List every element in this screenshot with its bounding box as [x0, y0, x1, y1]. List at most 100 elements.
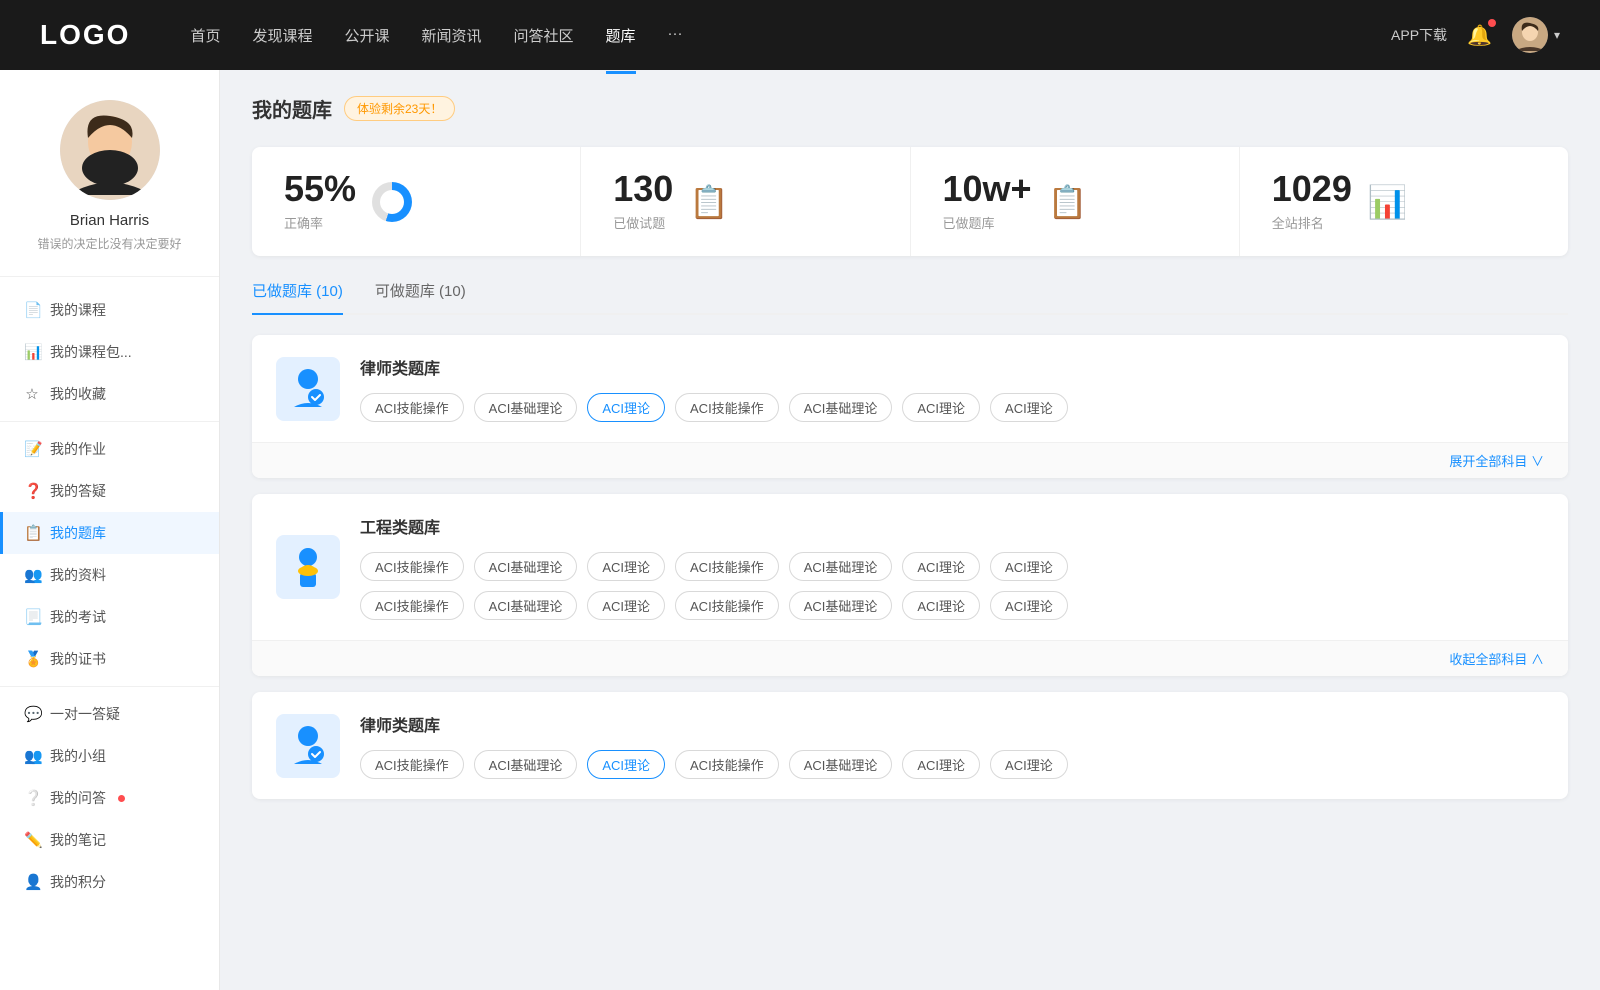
- expand-link-1[interactable]: 收起全部科目 ∧: [252, 640, 1568, 676]
- group-icon: 👥: [24, 747, 40, 765]
- sidebar-item-exam[interactable]: 📃 我的考试: [0, 596, 219, 638]
- sidebar-item-qbank[interactable]: 📋 我的题库: [0, 512, 219, 554]
- tag-0-0[interactable]: ACI技能操作: [360, 393, 464, 422]
- sidebar-item-qa[interactable]: ❓ 我的答疑: [0, 470, 219, 512]
- tag-0-1[interactable]: ACI基础理论: [474, 393, 578, 422]
- nav-qbank[interactable]: 题库: [606, 21, 636, 50]
- nav-discover[interactable]: 发现课程: [252, 21, 312, 50]
- qbank-content-2: 律师类题库 ACI技能操作 ACI基础理论 ACI理论 ACI技能操作 ACI基…: [360, 712, 1544, 779]
- header: LOGO 首页 发现课程 公开课 新闻资讯 问答社区 题库 ··· APP下载 …: [0, 0, 1600, 70]
- sidebar-divider-2: [0, 686, 219, 687]
- nav-home[interactable]: 首页: [190, 21, 220, 50]
- tag-1-5[interactable]: ACI理论: [902, 552, 980, 581]
- sidebar-item-favorites[interactable]: ☆ 我的收藏: [0, 373, 219, 415]
- qbank-tags-2: ACI技能操作 ACI基础理论 ACI理论 ACI技能操作 ACI基础理论 AC…: [360, 750, 1544, 779]
- tag-1-6[interactable]: ACI理论: [990, 552, 1068, 581]
- qbank-card-0: 律师类题库 ACI技能操作 ACI基础理论 ACI理论 ACI技能操作 ACI基…: [252, 335, 1568, 478]
- sidebar-label: 我的问答: [50, 788, 106, 808]
- sidebar-item-course-package[interactable]: 📊 我的课程包...: [0, 331, 219, 373]
- sidebar: Brian Harris 错误的决定比没有决定要好 📄 我的课程 📊 我的课程包…: [0, 70, 220, 990]
- sidebar-item-one-on-one[interactable]: 💬 一对一答疑: [0, 693, 219, 735]
- header-right: APP下载 🔔 ▾: [1391, 17, 1560, 53]
- tag-1-r2-1[interactable]: ACI基础理论: [474, 591, 578, 620]
- tag-0-3[interactable]: ACI技能操作: [675, 393, 779, 422]
- notification-bell[interactable]: 🔔: [1467, 23, 1492, 48]
- tag-2-2[interactable]: ACI理论: [587, 750, 665, 779]
- app-download-button[interactable]: APP下载: [1391, 25, 1447, 45]
- certificate-icon: 🏅: [24, 650, 40, 668]
- sidebar-label: 我的答疑: [50, 481, 106, 501]
- tag-2-4[interactable]: ACI基础理论: [789, 750, 893, 779]
- done-banks-icon: 📋: [1048, 183, 1088, 221]
- qbank-content-1: 工程类题库 ACI技能操作 ACI基础理论 ACI理论 ACI技能操作 ACI基…: [360, 514, 1544, 620]
- stat-ranking-text: 1029 全站排名: [1272, 171, 1352, 232]
- nav-more[interactable]: ···: [668, 21, 683, 50]
- tag-1-2[interactable]: ACI理论: [587, 552, 665, 581]
- qbank-header-2: 律师类题库 ACI技能操作 ACI基础理论 ACI理论 ACI技能操作 ACI基…: [276, 712, 1544, 779]
- sidebar-item-course[interactable]: 📄 我的课程: [0, 289, 219, 331]
- qbank-title-1: 工程类题库: [360, 514, 1544, 538]
- logo[interactable]: LOGO: [40, 19, 130, 51]
- sidebar-label: 我的题库: [50, 523, 106, 543]
- tag-1-0[interactable]: ACI技能操作: [360, 552, 464, 581]
- stat-done-banks-label: 已做题库: [943, 213, 1032, 232]
- tag-0-4[interactable]: ACI基础理论: [789, 393, 893, 422]
- sidebar-item-points[interactable]: 👤 我的积分: [0, 861, 219, 903]
- trial-badge: 体验剩余23天！: [344, 96, 455, 121]
- nav-open-course[interactable]: 公开课: [344, 21, 389, 50]
- qbank-icon: 📋: [24, 524, 40, 542]
- sidebar-item-certificate[interactable]: 🏅 我的证书: [0, 638, 219, 680]
- tag-0-6[interactable]: ACI理论: [990, 393, 1068, 422]
- qbank-title-0: 律师类题库: [360, 355, 1544, 379]
- favorites-icon: ☆: [24, 385, 40, 403]
- tag-1-r2-4[interactable]: ACI基础理论: [789, 591, 893, 620]
- questions-icon: ❔: [24, 789, 40, 807]
- tag-1-r2-2[interactable]: ACI理论: [587, 591, 665, 620]
- tag-2-0[interactable]: ACI技能操作: [360, 750, 464, 779]
- tag-2-3[interactable]: ACI技能操作: [675, 750, 779, 779]
- nav-qa[interactable]: 问答社区: [514, 21, 574, 50]
- user-avatar-menu[interactable]: ▾: [1512, 17, 1560, 53]
- tag-1-r2-3[interactable]: ACI技能操作: [675, 591, 779, 620]
- qbank-tags-second-row-1: ACI技能操作 ACI基础理论 ACI理论 ACI技能操作 ACI基础理论 AC…: [360, 591, 1544, 620]
- tag-2-6[interactable]: ACI理论: [990, 750, 1068, 779]
- page-title: 我的题库: [252, 94, 332, 123]
- tag-0-2[interactable]: ACI理论: [587, 393, 665, 422]
- stat-accuracy-number: 55%: [284, 171, 356, 207]
- tag-1-r2-0[interactable]: ACI技能操作: [360, 591, 464, 620]
- sidebar-label: 我的证书: [50, 649, 106, 669]
- main-layout: Brian Harris 错误的决定比没有决定要好 📄 我的课程 📊 我的课程包…: [0, 70, 1600, 990]
- sidebar-item-homework[interactable]: 📝 我的作业: [0, 428, 219, 470]
- tab-done-banks[interactable]: 已做题库 (10): [252, 280, 343, 313]
- stat-accuracy-text: 55% 正确率: [284, 171, 356, 232]
- tag-0-5[interactable]: ACI理论: [902, 393, 980, 422]
- tag-1-r2-5[interactable]: ACI理论: [902, 591, 980, 620]
- done-questions-icon: 📋: [689, 183, 729, 221]
- sidebar-item-group[interactable]: 👥 我的小组: [0, 735, 219, 777]
- sidebar-item-materials[interactable]: 👥 我的资料: [0, 554, 219, 596]
- sidebar-label: 我的考试: [50, 607, 106, 627]
- tag-2-5[interactable]: ACI理论: [902, 750, 980, 779]
- sidebar-item-questions[interactable]: ❔ 我的问答: [0, 777, 219, 819]
- nav-news[interactable]: 新闻资讯: [422, 21, 482, 50]
- profile-name: Brian Harris: [70, 212, 149, 229]
- tag-2-1[interactable]: ACI基础理论: [474, 750, 578, 779]
- expand-link-0[interactable]: 展开全部科目 ∨: [252, 442, 1568, 478]
- tag-1-1[interactable]: ACI基础理论: [474, 552, 578, 581]
- tag-1-3[interactable]: ACI技能操作: [675, 552, 779, 581]
- sidebar-label: 我的课程包...: [50, 342, 132, 362]
- tab-available-banks[interactable]: 可做题库 (10): [375, 280, 466, 313]
- stat-done-questions-number: 130: [613, 171, 673, 207]
- stat-done-banks-number: 10w+: [943, 171, 1032, 207]
- points-icon: 👤: [24, 873, 40, 891]
- tag-1-r2-6[interactable]: ACI理论: [990, 591, 1068, 620]
- one-on-one-icon: 💬: [24, 705, 40, 723]
- sidebar-divider-1: [0, 421, 219, 422]
- profile-avatar: [60, 100, 160, 200]
- qbank-header-0: 律师类题库 ACI技能操作 ACI基础理论 ACI理论 ACI技能操作 ACI基…: [276, 355, 1544, 422]
- sidebar-item-notes[interactable]: ✏️ 我的笔记: [0, 819, 219, 861]
- qbank-icon-engineering: [276, 535, 340, 599]
- sidebar-label: 我的资料: [50, 565, 106, 585]
- qbank-card-1: 工程类题库 ACI技能操作 ACI基础理论 ACI理论 ACI技能操作 ACI基…: [252, 494, 1568, 676]
- tag-1-4[interactable]: ACI基础理论: [789, 552, 893, 581]
